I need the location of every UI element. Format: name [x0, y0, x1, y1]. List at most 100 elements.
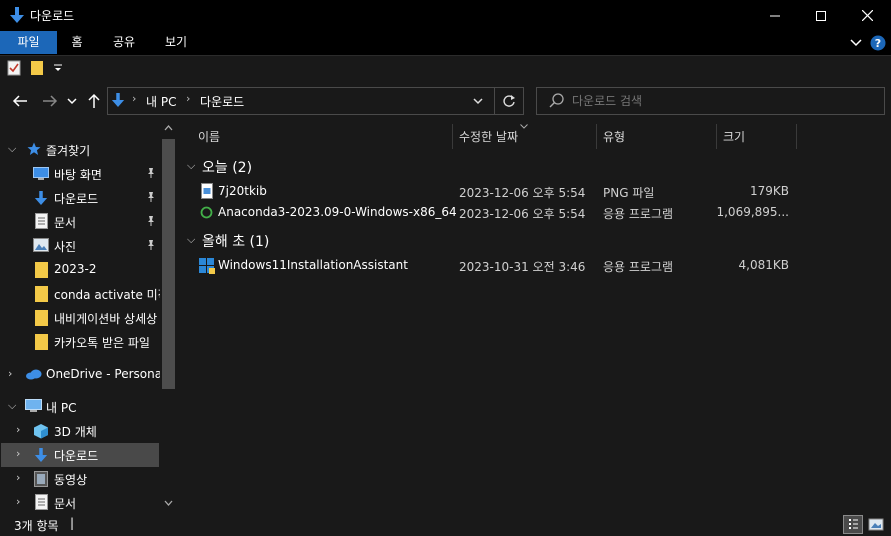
folder-icon — [35, 310, 48, 326]
breadcrumb-separator-icon[interactable]: › — [132, 92, 136, 105]
file-list — [178, 121, 891, 513]
pictures-icon — [33, 238, 49, 252]
tab-file[interactable]: 파일 — [0, 31, 57, 54]
large-icons-view-button[interactable] — [866, 515, 886, 534]
download-icon — [34, 191, 48, 205]
details-view-button[interactable] — [843, 515, 863, 534]
group-header-today[interactable]: ⌵ 오늘 (2) — [185, 155, 885, 177]
nav-item-pictures[interactable]: 사진 — [0, 234, 160, 258]
navigation-pane: ⌵ 즐겨찾기 바탕 화면 다운로드 문서 사진 2023-2 conda act… — [0, 121, 178, 513]
nav-label: 문서 — [54, 497, 77, 511]
column-header-name[interactable]: 이름 — [198, 128, 220, 145]
ribbon-expand-chevron-icon[interactable] — [850, 38, 862, 48]
videos-icon — [34, 471, 48, 487]
nav-item-onedrive[interactable]: › OneDrive - Personal — [0, 363, 165, 387]
file-row[interactable]: Windows11InstallationAssistant 2023-10-3… — [196, 256, 796, 276]
pin-icon[interactable] — [145, 191, 157, 203]
nav-item-folder-2023-2[interactable]: 2023-2 — [0, 258, 160, 282]
folder-icon — [35, 262, 48, 278]
file-row[interactable]: Anaconda3-2023.09-0-Windows-x86_64 2023-… — [196, 203, 796, 223]
tab-share[interactable]: 공유 — [106, 31, 142, 54]
column-divider[interactable] — [452, 124, 453, 149]
sort-indicator-icon — [520, 124, 528, 129]
breadcrumb-downloads[interactable]: 다운로드 — [200, 93, 244, 110]
tab-view[interactable]: 보기 — [158, 31, 194, 54]
arrow-left-icon — [12, 95, 27, 107]
recent-locations-button[interactable] — [64, 92, 80, 110]
nav-item-3d-objects[interactable]: › 3D 개체 — [0, 419, 160, 443]
properties-icon[interactable] — [7, 60, 21, 76]
search-input[interactable] — [572, 91, 872, 111]
download-arrow-icon — [10, 7, 24, 23]
tab-home[interactable]: 홈 — [62, 31, 92, 54]
address-history-chevron-icon[interactable] — [473, 97, 483, 105]
nav-label: 사진 — [54, 240, 77, 254]
address-divider — [494, 88, 495, 114]
nav-item-pc-documents[interactable]: › 문서 — [0, 491, 160, 513]
nav-item-documents[interactable]: 문서 — [0, 210, 160, 234]
nav-item-downloads[interactable]: 다운로드 — [0, 186, 160, 210]
close-button[interactable] — [844, 0, 890, 31]
column-divider[interactable] — [596, 124, 597, 149]
nav-label: 내비게이션바 상세상 — [54, 312, 158, 326]
chevron-down-icon — [67, 98, 77, 105]
customize-toolbar-icon[interactable] — [54, 64, 62, 72]
group-header-earlier-this-year[interactable]: ⌵ 올해 초 (1) — [185, 229, 885, 251]
nav-item-folder-conda[interactable]: conda activate 미작 — [0, 282, 169, 306]
quick-access-toolbar — [0, 56, 891, 81]
column-header-size[interactable]: 크기 — [723, 128, 745, 145]
svg-text:?: ? — [875, 37, 881, 50]
minimize-icon — [770, 15, 780, 16]
nav-label: 다운로드 — [54, 449, 99, 463]
desktop-icon — [33, 167, 49, 180]
pin-icon[interactable] — [145, 167, 157, 179]
back-button[interactable] — [10, 92, 30, 110]
chevron-right-icon[interactable]: › — [16, 495, 20, 508]
maximize-button[interactable] — [798, 0, 844, 31]
chevron-down-icon: ⌵ — [187, 233, 196, 246]
nav-item-videos[interactable]: › 동영상 — [0, 467, 160, 491]
file-row[interactable]: 7j20tkib 2023-12-06 오후 5:54 PNG 파일 179KB — [196, 182, 796, 202]
nav-scrollbar-thumb[interactable] — [162, 139, 175, 389]
nav-item-pc-downloads[interactable]: › 다운로드 — [1, 443, 159, 467]
file-type: PNG 파일 — [603, 186, 655, 200]
nav-label: 카카오톡 받은 파일 — [54, 336, 150, 350]
refresh-icon[interactable] — [502, 94, 516, 108]
nav-label: conda activate 미작 — [54, 288, 169, 302]
nav-item-folder-navbar[interactable]: 내비게이션바 상세상 — [0, 306, 160, 330]
pin-icon[interactable] — [145, 239, 157, 251]
nav-item-this-pc[interactable]: ⌵ 내 PC — [0, 395, 160, 419]
nav-item-folder-kakaotalk[interactable]: 카카오톡 받은 파일 — [0, 330, 160, 354]
chevron-right-icon[interactable]: › — [16, 423, 20, 436]
chevron-right-icon[interactable]: › — [8, 367, 12, 380]
column-header-type[interactable]: 유형 — [603, 128, 625, 145]
item-count: 3개 항목 — [14, 519, 59, 533]
chevron-down-icon: ⌵ — [187, 159, 196, 172]
nav-item-desktop[interactable]: 바탕 화면 — [0, 162, 160, 186]
scroll-down-arrow-icon[interactable] — [164, 500, 173, 506]
column-divider[interactable] — [716, 124, 717, 149]
minimize-button[interactable] — [752, 0, 798, 31]
up-button[interactable] — [84, 92, 104, 110]
help-icon[interactable]: ? — [870, 35, 886, 51]
chevron-down-icon[interactable]: ⌵ — [8, 399, 16, 413]
chevron-right-icon[interactable]: › — [16, 471, 20, 484]
column-divider[interactable] — [796, 124, 797, 149]
chevron-right-icon[interactable]: › — [16, 447, 20, 460]
scroll-up-arrow-icon[interactable] — [164, 125, 173, 131]
download-arrow-icon — [111, 93, 125, 107]
nav-label: 다운로드 — [54, 192, 99, 206]
file-name: Anaconda3-2023.09-0-Windows-x86_64 — [218, 205, 457, 219]
pin-icon[interactable] — [145, 215, 157, 227]
forward-button[interactable] — [40, 92, 60, 110]
file-date: 2023-12-06 오후 5:54 — [459, 186, 586, 200]
chevron-down-icon[interactable]: ⌵ — [8, 142, 16, 156]
image-file-icon — [201, 183, 213, 199]
column-header-date[interactable]: 수정한 날짜 — [459, 128, 518, 145]
breadcrumb-this-pc[interactable]: 내 PC — [146, 93, 176, 110]
arrow-up-icon — [88, 93, 100, 108]
breadcrumb-separator-icon[interactable]: › — [186, 92, 190, 105]
nav-label: OneDrive - Personal — [46, 367, 166, 381]
new-folder-icon[interactable] — [30, 60, 44, 76]
nav-quick-access[interactable]: ⌵ 즐겨찾기 — [0, 138, 160, 162]
